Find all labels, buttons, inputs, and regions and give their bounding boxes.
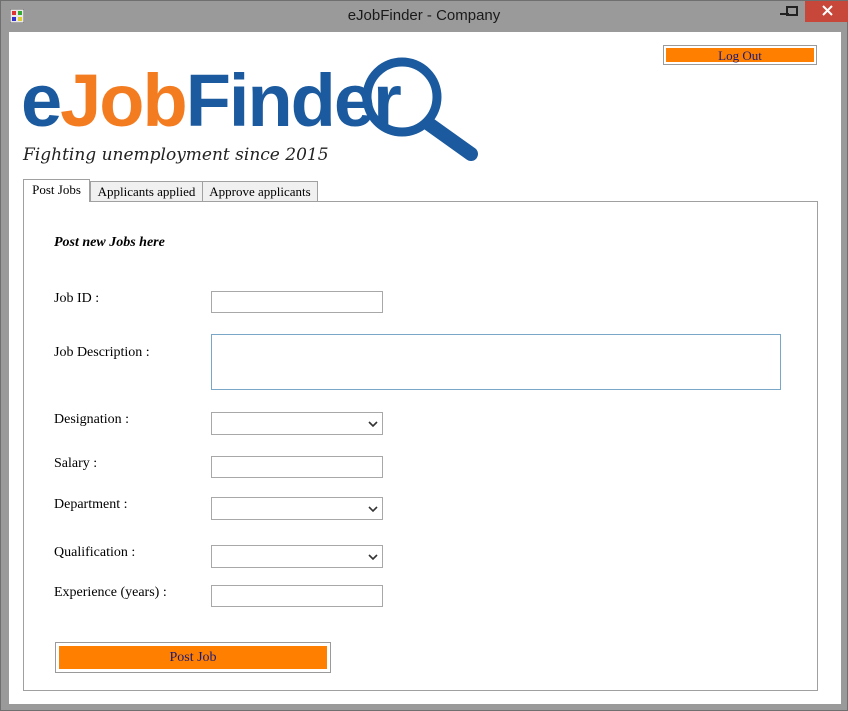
designation-select[interactable] [211, 412, 383, 435]
maximize-button[interactable] [779, 1, 805, 22]
chevron-down-icon [368, 421, 378, 428]
job-description-label: Job Description : [54, 345, 150, 360]
close-icon [822, 5, 833, 16]
tab-post-jobs[interactable]: Post Jobs [23, 179, 90, 202]
post-job-label: Post Job [59, 646, 327, 669]
client-area: Log Out eJobFinder Fighting unemployment… [9, 32, 841, 704]
chevron-down-icon [368, 506, 378, 513]
title-bar[interactable]: eJobFinder - Company [1, 1, 848, 32]
svg-text:eJobFinder: eJobFinder [21, 59, 401, 142]
ejobfinder-logo: eJobFinder Fighting unemployment since 2… [21, 57, 478, 165]
app-window: eJobFinder - Company Log Out eJobFinder … [0, 0, 848, 711]
tab-approve-applicants[interactable]: Approve applicants [202, 181, 318, 202]
qualification-select[interactable] [211, 545, 383, 568]
salary-label: Salary : [54, 456, 98, 471]
logout-button[interactable]: Log Out [663, 45, 817, 65]
post-job-button[interactable]: Post Job [55, 642, 331, 673]
department-label: Department : [54, 497, 128, 512]
form-heading: Post new Jobs here [54, 235, 165, 250]
salary-input[interactable] [211, 456, 383, 478]
tab-applicants-applied[interactable]: Applicants applied [90, 181, 203, 202]
window-title: eJobFinder - Company [347, 7, 501, 24]
department-select[interactable] [211, 497, 383, 520]
job-description-textarea[interactable] [211, 334, 781, 390]
logo-tagline: Fighting unemployment since 2015 [22, 145, 329, 165]
job-id-input[interactable] [211, 291, 383, 313]
close-button[interactable] [805, 1, 848, 22]
designation-label: Designation : [54, 412, 130, 427]
experience-input[interactable] [211, 585, 383, 607]
job-id-label: Job ID : [54, 291, 100, 306]
post-jobs-panel: Post new Jobs here Job ID : Job Descript… [23, 201, 818, 691]
chevron-down-icon [368, 554, 378, 561]
qualification-label: Qualification : [54, 545, 136, 560]
experience-label: Experience (years) : [54, 585, 167, 600]
maximize-icon [786, 6, 798, 16]
logout-label: Log Out [666, 48, 814, 63]
